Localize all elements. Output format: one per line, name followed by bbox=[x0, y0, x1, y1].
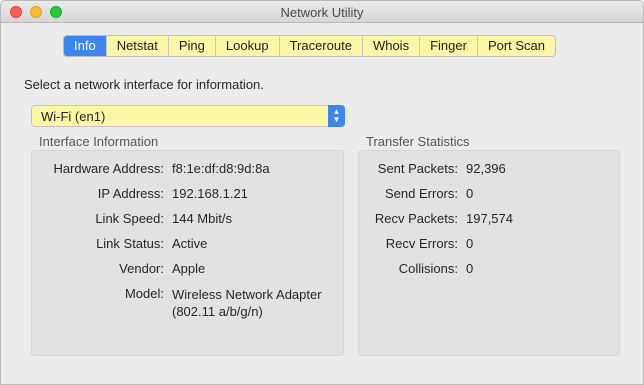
chevron-updown-icon[interactable]: ▲ ▼ bbox=[328, 105, 345, 127]
tab-ping[interactable]: Ping bbox=[169, 36, 216, 56]
link-speed-value: 144 Mbit/s bbox=[172, 211, 232, 226]
vendor-value: Apple bbox=[172, 261, 206, 276]
tab-whois[interactable]: Whois bbox=[363, 36, 421, 56]
model-value: Wireless Network Adapter (802.11 a/b/g/n… bbox=[172, 287, 322, 319]
link-status-value: Active bbox=[172, 236, 208, 251]
transfer-statistics-title: Transfer Statistics bbox=[366, 134, 470, 149]
sent-packets-value: 92,396 bbox=[466, 161, 506, 176]
vendor-label: Vendor: bbox=[119, 261, 164, 276]
tab-port-scan[interactable]: Port Scan bbox=[478, 36, 555, 56]
link-speed-label: Link Speed: bbox=[95, 211, 164, 226]
interface-select[interactable]: Wi-Fi (en1) ▲ ▼ bbox=[31, 105, 345, 127]
hardware-address-label: Hardware Address: bbox=[53, 161, 164, 176]
window-title: Network Utility bbox=[280, 5, 364, 20]
interface-information-panel: Hardware Address: f8:1e:df:d8:9d:8a IP A… bbox=[31, 150, 344, 356]
sent-packets-label: Sent Packets: bbox=[377, 161, 458, 176]
hardware-address-value: f8:1e:df:d8:9d:8a bbox=[172, 161, 270, 176]
recv-packets-value: 197,574 bbox=[466, 211, 513, 226]
interface-prompt: Select a network interface for informati… bbox=[24, 77, 264, 92]
model-label: Model: bbox=[124, 286, 164, 301]
transfer-statistics-panel: Sent Packets: 92,396 Send Errors: 0 Recv… bbox=[358, 150, 620, 356]
collisions-value: 0 bbox=[466, 261, 474, 276]
interface-select-value: Wi-Fi (en1) bbox=[41, 109, 106, 124]
title-bar[interactable]: Network Utility bbox=[1, 1, 643, 23]
tab-finger[interactable]: Finger bbox=[420, 36, 478, 56]
tab-bar: Info Netstat Ping Lookup Traceroute Whoi… bbox=[63, 35, 557, 57]
recv-errors-label: Recv Errors: bbox=[385, 236, 458, 251]
tab-info[interactable]: Info bbox=[64, 36, 107, 56]
ip-address-label: IP Address: bbox=[97, 186, 164, 201]
send-errors-label: Send Errors: bbox=[385, 186, 458, 201]
recv-errors-value: 0 bbox=[466, 236, 474, 251]
collisions-label: Collisions: bbox=[398, 261, 458, 276]
tab-lookup[interactable]: Lookup bbox=[216, 36, 280, 56]
link-status-label: Link Status: bbox=[96, 236, 164, 251]
recv-packets-label: Recv Packets: bbox=[374, 211, 458, 226]
interface-information-title: Interface Information bbox=[39, 134, 159, 149]
tab-traceroute[interactable]: Traceroute bbox=[280, 36, 363, 56]
tab-netstat[interactable]: Netstat bbox=[107, 36, 169, 56]
ip-address-value: 192.168.1.21 bbox=[172, 186, 248, 201]
send-errors-value: 0 bbox=[466, 186, 474, 201]
network-utility-window: Network Utility Info Netstat Ping Lookup… bbox=[0, 0, 644, 385]
